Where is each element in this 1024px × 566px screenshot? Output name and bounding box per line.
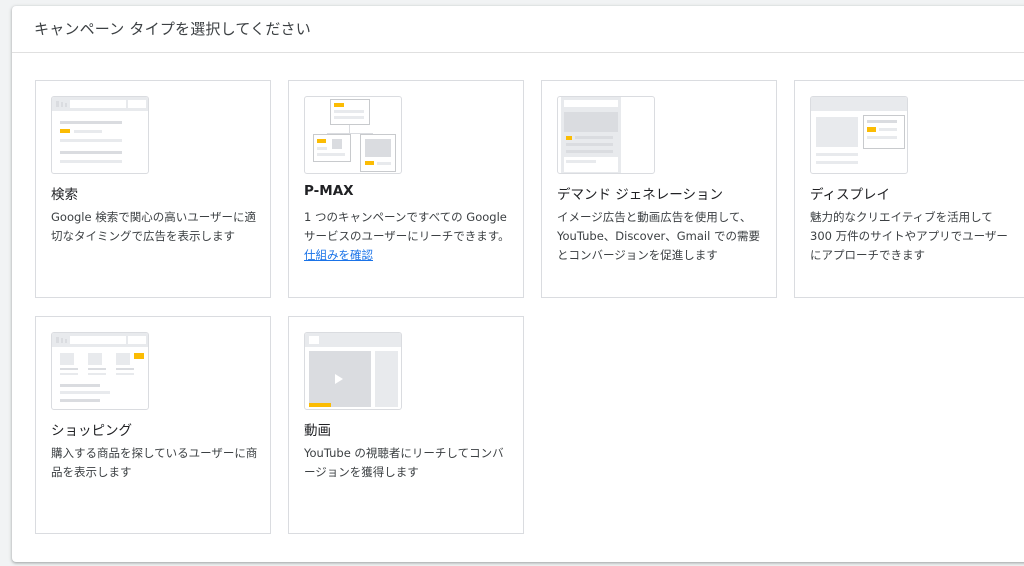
campaign-card-display[interactable]: ディスプレイ 魅力的なクリエイティブを活用して 300 万件のサイトやアプリでユ… bbox=[794, 80, 1024, 298]
learn-how-link[interactable]: 仕組みを確認 bbox=[304, 248, 373, 262]
card-description: 購入する商品を探しているユーザーに商品を表示します bbox=[51, 446, 258, 479]
card-description: Google 検索で関心の高いユーザーに適切なタイミングで広告を表示します bbox=[51, 210, 256, 243]
campaign-card-search[interactable]: 検索 Google 検索で関心の高いユーザーに適切なタイミングで広告を表示します bbox=[35, 80, 271, 298]
demand-gen-illustration bbox=[557, 96, 655, 174]
card-title: ショッピング bbox=[51, 423, 132, 439]
play-icon bbox=[335, 374, 343, 384]
campaign-card-video[interactable]: 動画 YouTube の視聴者にリーチしてコンバージョンを獲得します bbox=[288, 316, 524, 534]
pmax-illustration bbox=[304, 96, 402, 174]
card-title: ディスプレイ bbox=[810, 187, 891, 203]
card-title: デマンド ジェネレーション bbox=[557, 187, 724, 203]
video-illustration bbox=[304, 332, 402, 410]
campaign-card-shopping[interactable]: ショッピング 購入する商品を探しているユーザーに商品を表示します bbox=[35, 316, 271, 534]
search-illustration bbox=[51, 96, 149, 174]
campaign-type-panel: キャンペーン タイプを選択してください 検索 Google 検索で関心の高いユー… bbox=[12, 6, 1024, 562]
card-description: 魅力的なクリエイティブを活用して 300 万件のサイトやアプリでユーザーにアプロ… bbox=[810, 210, 1008, 262]
shopping-illustration bbox=[51, 332, 149, 410]
card-description: イメージ広告と動画広告を使用して、YouTube、Discover、Gmail … bbox=[557, 210, 760, 262]
card-title: P-MAX bbox=[304, 183, 354, 199]
card-title: 動画 bbox=[304, 423, 331, 439]
campaign-card-pmax[interactable]: P-MAX 1 つのキャンペーンですべての Google サービスのユーザーにリ… bbox=[288, 80, 524, 298]
page-title: キャンペーン タイプを選択してください bbox=[34, 20, 311, 38]
card-description: YouTube の視聴者にリーチしてコンバージョンを獲得します bbox=[304, 446, 504, 479]
panel-header: キャンペーン タイプを選択してください bbox=[12, 6, 1024, 53]
card-description: 1 つのキャンペーンですべての Google サービスのユーザーにリーチできます… bbox=[304, 210, 510, 262]
card-title: 検索 bbox=[51, 187, 78, 203]
display-illustration bbox=[810, 96, 908, 174]
campaign-card-demand-gen[interactable]: デマンド ジェネレーション イメージ広告と動画広告を使用して、YouTube、D… bbox=[541, 80, 777, 298]
